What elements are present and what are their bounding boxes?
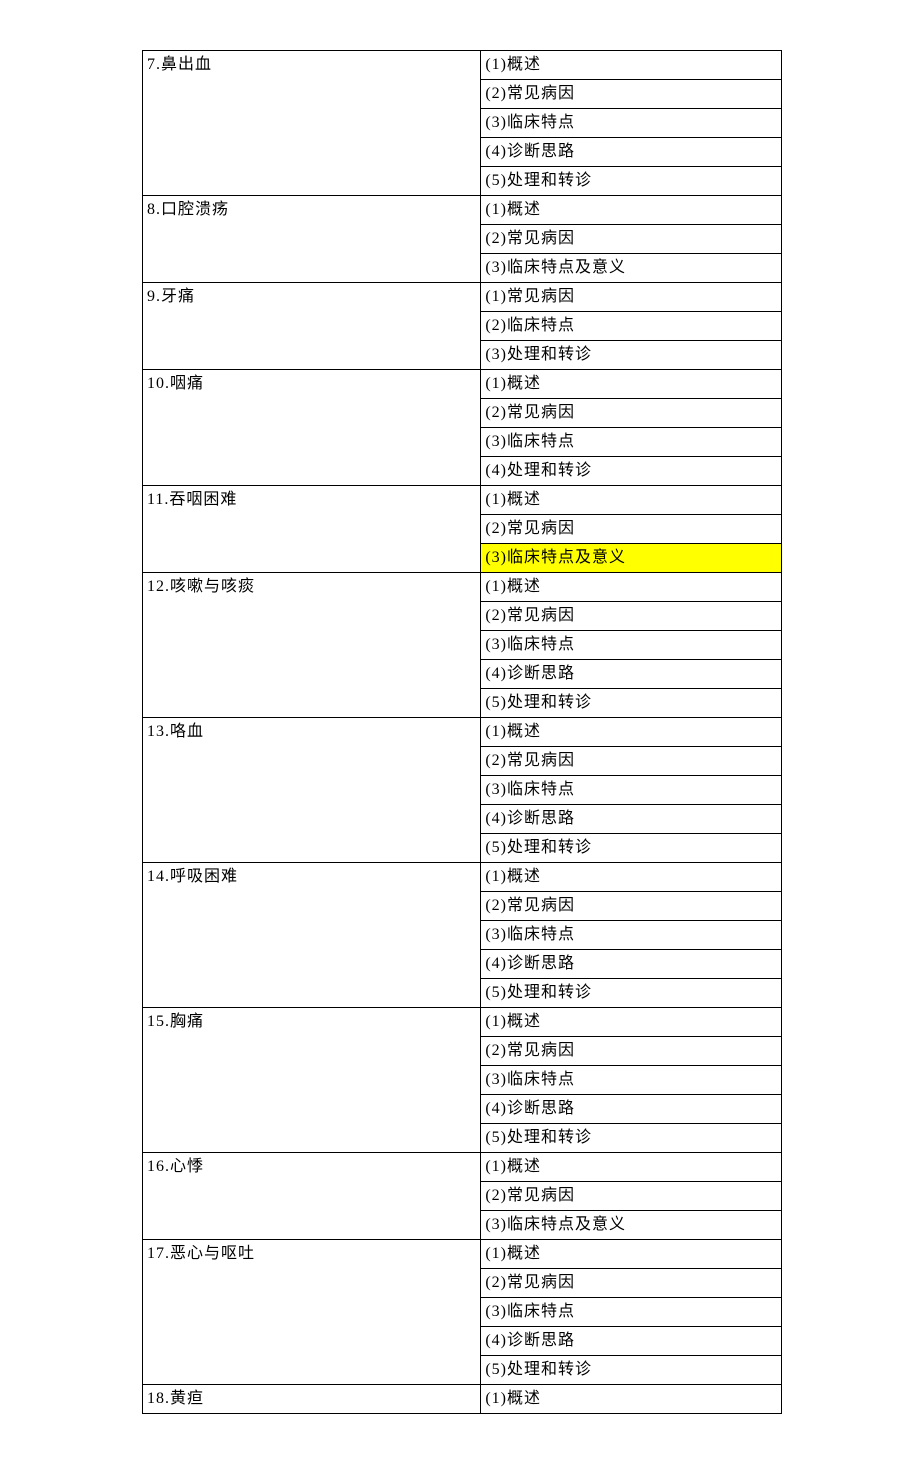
subtopic: (3)临床特点 bbox=[481, 428, 782, 457]
subtopic: (4)处理和转诊 bbox=[481, 457, 782, 486]
topic-title: 8.口腔溃疡 bbox=[143, 196, 481, 283]
subtopic: (2)常见病因 bbox=[481, 399, 782, 428]
table-row: 7.鼻出血(1)概述 bbox=[143, 51, 782, 80]
subtopic: (3)临床特点 bbox=[481, 921, 782, 950]
subtopic: (1)概述 bbox=[481, 1008, 782, 1037]
subtopic: (5)处理和转诊 bbox=[481, 979, 782, 1008]
subtopic: (2)常见病因 bbox=[481, 747, 782, 776]
table-row: 9.牙痛(1)常见病因 bbox=[143, 283, 782, 312]
table-row: 13.咯血(1)概述 bbox=[143, 718, 782, 747]
subtopic: (2)常见病因 bbox=[481, 80, 782, 109]
subtopic: (3)处理和转诊 bbox=[481, 341, 782, 370]
subtopic: (3)临床特点及意义 bbox=[481, 254, 782, 283]
subtopic: (2)常见病因 bbox=[481, 892, 782, 921]
subtopic: (4)诊断思路 bbox=[481, 950, 782, 979]
topic-title: 9.牙痛 bbox=[143, 283, 481, 370]
subtopic: (1)概述 bbox=[481, 486, 782, 515]
topic-title: 13.咯血 bbox=[143, 718, 481, 863]
subtopic: (1)概述 bbox=[481, 863, 782, 892]
subtopic: (4)诊断思路 bbox=[481, 660, 782, 689]
subtopic: (3)临床特点 bbox=[481, 1066, 782, 1095]
subtopic: (4)诊断思路 bbox=[481, 805, 782, 834]
subtopic: (5)处理和转诊 bbox=[481, 834, 782, 863]
topic-title: 10.咽痛 bbox=[143, 370, 481, 486]
table-row: 18.黄疸(1)概述 bbox=[143, 1385, 782, 1414]
subtopic: (4)诊断思路 bbox=[481, 1095, 782, 1124]
table-row: 10.咽痛(1)概述 bbox=[143, 370, 782, 399]
subtopic: (4)诊断思路 bbox=[481, 1327, 782, 1356]
subtopic: (1)概述 bbox=[481, 196, 782, 225]
topic-title: 18.黄疸 bbox=[143, 1385, 481, 1414]
subtopic: (1)概述 bbox=[481, 1240, 782, 1269]
subtopic: (5)处理和转诊 bbox=[481, 1124, 782, 1153]
subtopic: (1)概述 bbox=[481, 370, 782, 399]
table-row: 17.恶心与呕吐(1)概述 bbox=[143, 1240, 782, 1269]
subtopic: (1)概述 bbox=[481, 1153, 782, 1182]
subtopic: (3)临床特点 bbox=[481, 1298, 782, 1327]
topic-title: 17.恶心与呕吐 bbox=[143, 1240, 481, 1385]
table-row: 11.吞咽困难(1)概述 bbox=[143, 486, 782, 515]
subtopic: (2)临床特点 bbox=[481, 312, 782, 341]
subtopic: (1)概述 bbox=[481, 51, 782, 80]
subtopic: (1)常见病因 bbox=[481, 283, 782, 312]
subtopic: (1)概述 bbox=[481, 1385, 782, 1414]
table-row: 14.呼吸困难(1)概述 bbox=[143, 863, 782, 892]
topic-title: 16.心悸 bbox=[143, 1153, 481, 1240]
topic-title: 14.呼吸困难 bbox=[143, 863, 481, 1008]
subtopic: (5)处理和转诊 bbox=[481, 689, 782, 718]
topic-title: 11.吞咽困难 bbox=[143, 486, 481, 573]
subtopic: (2)常见病因 bbox=[481, 1037, 782, 1066]
topic-title: 15.胸痛 bbox=[143, 1008, 481, 1153]
subtopic: (2)常见病因 bbox=[481, 515, 782, 544]
outline-table: 7.鼻出血(1)概述(2)常见病因(3)临床特点(4)诊断思路(5)处理和转诊8… bbox=[142, 50, 782, 1414]
topic-title: 12.咳嗽与咳痰 bbox=[143, 573, 481, 718]
subtopic: (4)诊断思路 bbox=[481, 138, 782, 167]
subtopic: (3)临床特点及意义 bbox=[481, 1211, 782, 1240]
subtopic: (2)常见病因 bbox=[481, 1182, 782, 1211]
subtopic: (3)临床特点 bbox=[481, 109, 782, 138]
subtopic: (3)临床特点 bbox=[481, 776, 782, 805]
subtopic: (2)常见病因 bbox=[481, 602, 782, 631]
subtopic: (2)常见病因 bbox=[481, 1269, 782, 1298]
table-row: 12.咳嗽与咳痰(1)概述 bbox=[143, 573, 782, 602]
subtopic: (5)处理和转诊 bbox=[481, 1356, 782, 1385]
subtopic: (3)临床特点及意义 bbox=[481, 544, 782, 573]
subtopic: (1)概述 bbox=[481, 718, 782, 747]
table-row: 8.口腔溃疡(1)概述 bbox=[143, 196, 782, 225]
topic-title: 7.鼻出血 bbox=[143, 51, 481, 196]
table-row: 16.心悸(1)概述 bbox=[143, 1153, 782, 1182]
subtopic: (3)临床特点 bbox=[481, 631, 782, 660]
subtopic: (1)概述 bbox=[481, 573, 782, 602]
table-row: 15.胸痛(1)概述 bbox=[143, 1008, 782, 1037]
subtopic: (2)常见病因 bbox=[481, 225, 782, 254]
subtopic: (5)处理和转诊 bbox=[481, 167, 782, 196]
